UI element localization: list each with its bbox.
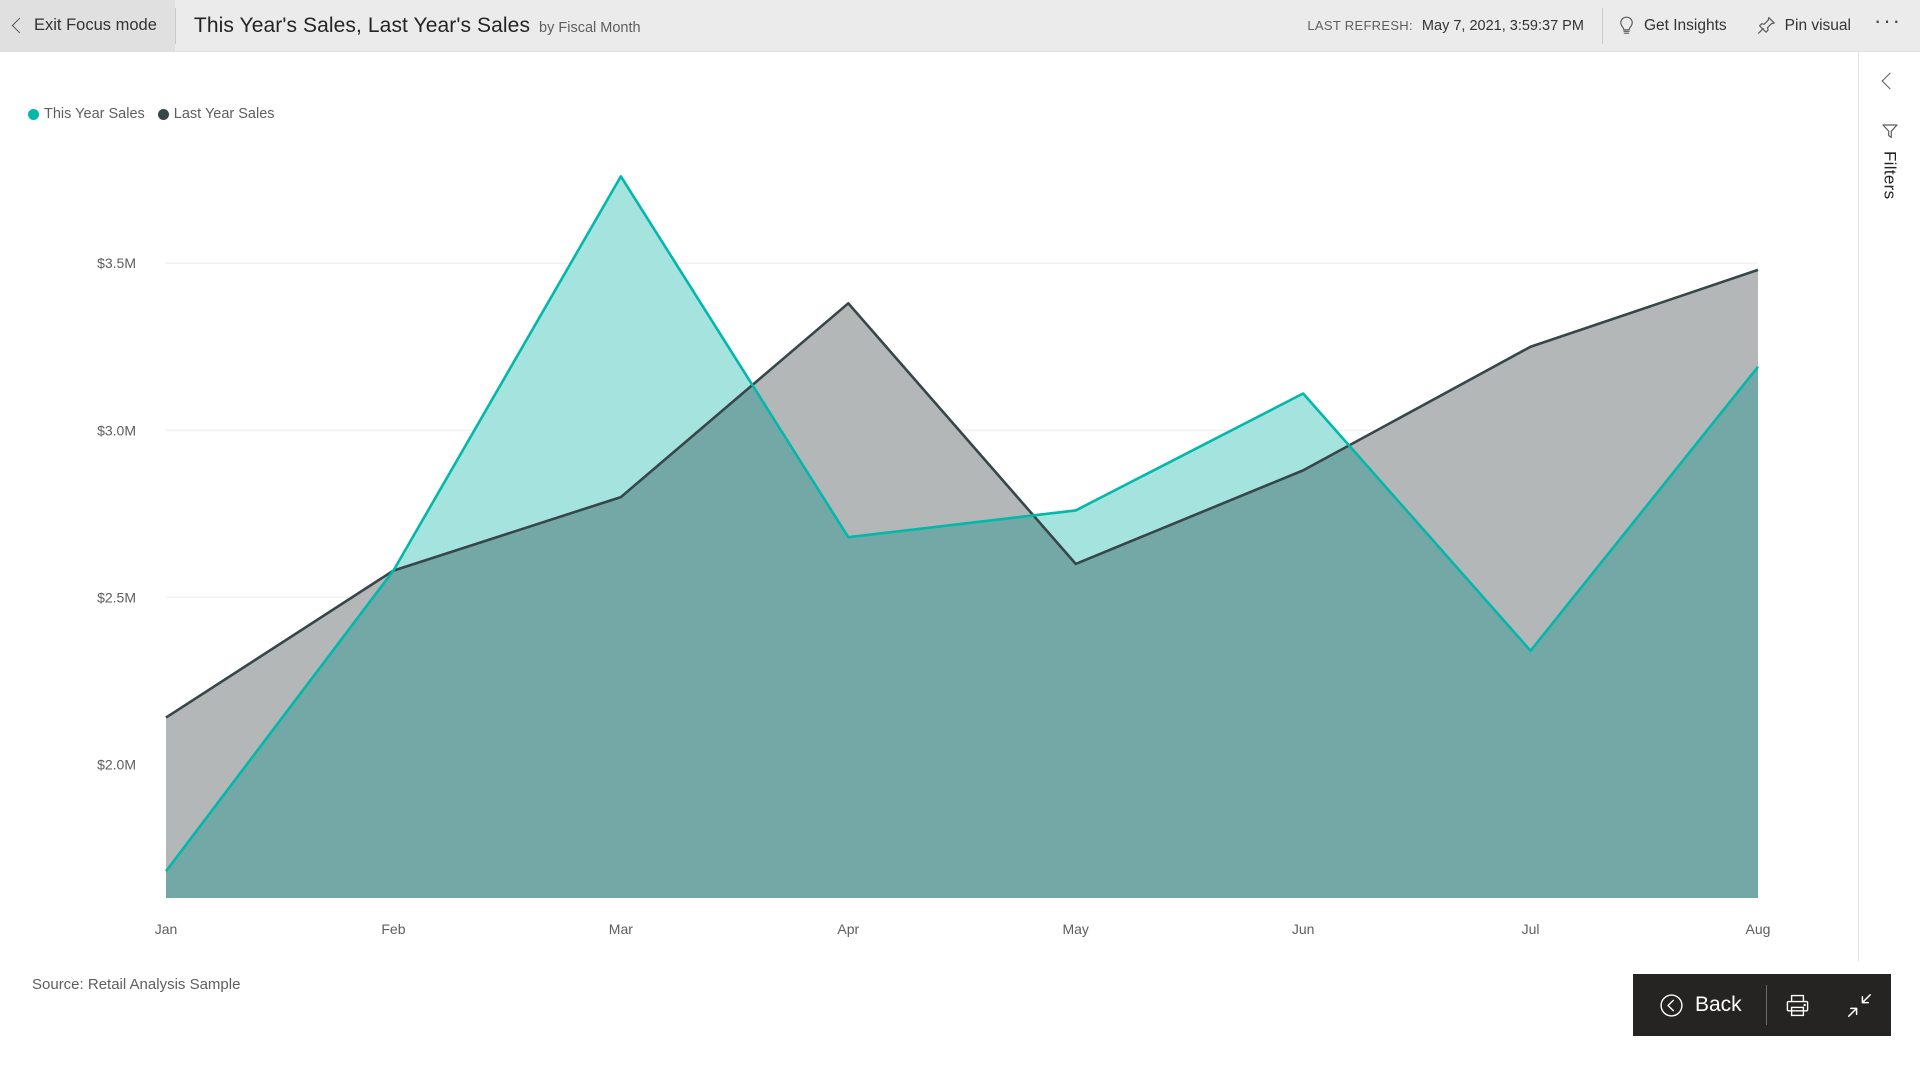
filters-panel-collapsed: Filters — [1858, 53, 1920, 961]
get-insights-button[interactable]: Get Insights — [1603, 0, 1742, 52]
get-insights-label: Get Insights — [1643, 16, 1727, 34]
pin-visual-button[interactable]: Pin visual — [1742, 0, 1866, 52]
exit-fullscreen-button[interactable] — [1829, 974, 1891, 1036]
y-axis-tick-label: $3.5M — [97, 255, 136, 271]
back-circle-arrow-icon — [1660, 993, 1683, 1017]
x-axis-tick-label: Feb — [381, 921, 405, 937]
last-refresh-info: LAST REFRESH: May 7, 2021, 3:59:37 PM — [1307, 18, 1602, 34]
y-axis-tick-label: $3.0M — [97, 422, 136, 438]
x-axis-tick-label: Apr — [837, 921, 859, 937]
last-refresh-label: LAST REFRESH: — [1307, 17, 1413, 33]
x-axis-tick-label: Jan — [155, 921, 178, 937]
bottom-toolbar: Back — [1633, 974, 1891, 1036]
more-options-icon: ··· — [1874, 7, 1902, 33]
filters-panel-label: Filters — [1880, 151, 1900, 200]
y-axis-tick-label: $2.0M — [97, 756, 136, 772]
back-button[interactable]: Back — [1633, 974, 1766, 1036]
chart-container: This Year Sales Last Year Sales $3.5M $3.… — [0, 53, 1858, 961]
expand-filters-chevron-left-icon[interactable] — [1881, 72, 1898, 90]
visual-title-group: This Year's Sales, Last Year's Sales by … — [176, 14, 641, 38]
more-options-button[interactable]: ··· — [1866, 0, 1910, 52]
x-axis-tick-label: Mar — [609, 921, 633, 937]
exit-focus-mode-button[interactable]: Exit Focus mode — [0, 0, 175, 52]
y-axis-tick-label: $2.5M — [97, 589, 136, 605]
printer-icon — [1786, 994, 1809, 1016]
chevron-left-icon — [11, 17, 28, 34]
top-toolbar-actions: LAST REFRESH: May 7, 2021, 3:59:37 PM Ge… — [1307, 0, 1920, 52]
funnel-icon[interactable] — [1880, 121, 1900, 141]
source-caption: Source: Retail Analysis Sample — [32, 976, 241, 993]
page-subtitle: by Fiscal Month — [539, 19, 641, 36]
pin-icon — [1757, 16, 1775, 34]
print-button[interactable] — [1767, 974, 1829, 1036]
x-axis-tick-label: Aug — [1746, 921, 1771, 937]
power-bi-focus-mode-page: Exit Focus mode This Year's Sales, Last … — [0, 0, 1920, 1081]
x-axis-ticks: Jan Feb Mar Apr May Jun Jul Aug — [155, 921, 1771, 937]
x-axis-tick-label: Jun — [1292, 921, 1315, 937]
top-toolbar: Exit Focus mode This Year's Sales, Last … — [0, 0, 1920, 52]
collapse-arrows-icon — [1848, 993, 1872, 1017]
page-title: This Year's Sales, Last Year's Sales — [193, 13, 531, 37]
pin-visual-label: Pin visual — [1784, 16, 1851, 34]
x-axis-tick-label: Jul — [1522, 921, 1540, 937]
x-axis-tick-label: May — [1062, 921, 1088, 937]
lightbulb-icon — [1620, 16, 1633, 34]
last-refresh-value: May 7, 2021, 3:59:37 PM — [1421, 17, 1584, 34]
area-chart-plot[interactable]: $3.5M $3.0M $2.5M $2.0M Jan Feb Mar Apr May Jun Ju… — [0, 53, 1858, 961]
y-axis-ticks: $3.5M $3.0M $2.5M $2.0M — [97, 255, 136, 772]
back-button-label: Back — [1695, 993, 1742, 1016]
exit-focus-mode-label: Exit Focus mode — [34, 16, 157, 34]
